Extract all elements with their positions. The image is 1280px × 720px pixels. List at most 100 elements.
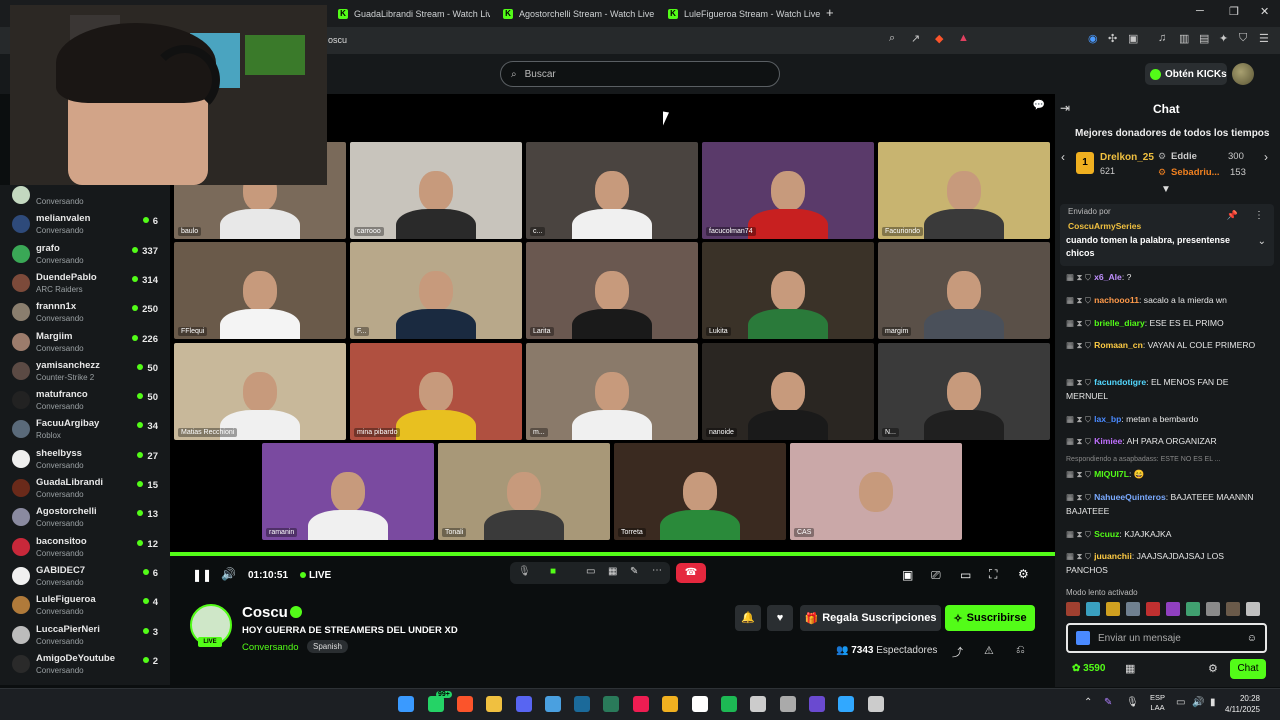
vpn-icon[interactable]: ⛉ [1239, 32, 1247, 45]
audio-icon[interactable]: ◉ [1088, 32, 1098, 45]
participant-tile[interactable]: N... [878, 343, 1050, 440]
participant-tile[interactable]: facucolman74 [702, 142, 874, 239]
participant-tile[interactable]: Torreta [614, 443, 786, 540]
participant-tile[interactable]: c... [526, 142, 698, 239]
fullscreen-icon[interactable]: ⛶ [989, 567, 997, 582]
user-avatar[interactable] [1232, 63, 1254, 85]
obs-icon[interactable] [780, 696, 796, 712]
chat-username[interactable]: nachooo11 [1094, 295, 1139, 305]
chat-bubble-icon[interactable]: 💬 [1033, 100, 1045, 111]
participant-tile[interactable]: nanoide [702, 343, 874, 440]
chat-message[interactable]: ▦ ⧗ ⛉ juuanchii: JAAJSAJDAJSAJ LOS PANCHO… [1066, 549, 1266, 577]
chevron-left-icon[interactable]: ‹ [1061, 150, 1065, 164]
chat-input[interactable]: Enviar un mensaje ☺ [1066, 623, 1267, 653]
report-icon[interactable]: ⚠ [984, 644, 994, 657]
chat-message[interactable]: ▦ ⧗ ⛉ brielle_diary: ESE ES EL PRIMO [1066, 316, 1266, 330]
participant-tile[interactable]: margim [878, 242, 1050, 339]
tab-lulefigueroa[interactable]: KLuleFigueroa Stream - Watch Live on✕ [660, 2, 820, 25]
chat-message[interactable]: ▦ ⧗ ⛉ lax_bp: metan a bembardo [1066, 412, 1266, 426]
tab-guadalibrandi[interactable]: KGuadaLibrandi Stream - Watch Live o✕ [330, 2, 490, 25]
system-clock[interactable]: 20:28 4/11/2025 [1225, 693, 1260, 715]
sidebar-channel-item[interactable]: LuccaPierNeri Conversando 3 [0, 622, 170, 651]
sidebar-channel-item[interactable]: melianvalen Conversando 6 [0, 211, 170, 240]
share-icon[interactable]: ⤴ [952, 644, 963, 660]
emote-icon[interactable] [1166, 602, 1180, 616]
participant-tile[interactable]: Lukita [702, 242, 874, 339]
photos-icon[interactable] [545, 696, 561, 712]
gift-subs-button[interactable]: 🎁 Regala Suscripciones [800, 605, 941, 631]
battery-icon[interactable]: ▮ [1210, 697, 1216, 708]
participant-tile[interactable]: carrooo [350, 142, 522, 239]
menu-icon[interactable]: ☰ [1259, 32, 1269, 45]
clip-icon[interactable]: ⎚ [931, 568, 941, 583]
sidebar-channel-item[interactable]: GuadaLibrandi Conversando 15 [0, 475, 170, 504]
chat-username[interactable]: juuanchii [1094, 551, 1132, 561]
sidebar-channel-item[interactable]: GABIDEC7 Conversando 6 [0, 563, 170, 592]
chat-username[interactable]: MIQUI7L [1094, 469, 1129, 479]
screen-share-icon[interactable]: ▭ [586, 566, 595, 577]
miniplayer-icon[interactable]: ▣ [902, 568, 913, 582]
chat-username[interactable]: x6_Ale [1094, 272, 1122, 282]
sidebar-channel-item[interactable]: frannn1x Conversando 250 [0, 299, 170, 328]
participant-tile[interactable]: Facuriondo [878, 142, 1050, 239]
emote-icon[interactable] [1206, 602, 1220, 616]
participant-tile[interactable]: F... [350, 242, 522, 339]
screenshot-icon[interactable]: ▣ [1128, 32, 1138, 45]
stream-category[interactable]: Conversando [242, 642, 299, 653]
chevron-down-icon[interactable]: ⌄ [1258, 236, 1266, 247]
network-icon[interactable]: ▭ [1176, 697, 1185, 708]
emoji-icon[interactable]: ☺ [1247, 633, 1257, 644]
emote-icon[interactable] [1126, 602, 1140, 616]
sidebar-channel-item[interactable]: yamisanchezz Counter-Strike 2 50 [0, 358, 170, 387]
chat-message[interactable]: ▦ ⧗ ⛉ NahueeQuinteros: BAJATEEE MAANNN BA… [1066, 490, 1266, 518]
volume-icon[interactable]: 🔊 [1192, 697, 1204, 708]
input-language[interactable]: ESP LAA [1150, 693, 1165, 713]
minimize-icon[interactable]: ─ [1196, 5, 1204, 17]
participant-tile[interactable]: Tonali [438, 443, 610, 540]
emote-icon[interactable] [1106, 602, 1120, 616]
tray-chevron-icon[interactable]: ⌃ [1084, 697, 1092, 708]
theater-mode-icon[interactable]: ▭ [960, 568, 971, 582]
kick-points[interactable]: ✿ 3590 [1072, 663, 1105, 674]
chat-message[interactable]: ▦ ⧗ ⛉ Scuuz: KJAJKAJKA [1066, 527, 1266, 541]
tab-agostorchelli[interactable]: KAgostorchelli Stream - Watch Live on✕ [495, 2, 655, 25]
sidebar-toggle-icon[interactable]: ▥ [1179, 32, 1189, 45]
settings-gear-icon[interactable]: ⚙ [1018, 567, 1029, 581]
search-input[interactable]: ⌕ Buscar [500, 61, 780, 87]
spotify-icon[interactable] [721, 696, 737, 712]
chat-message[interactable]: ▦ ⧗ ⛉ Romaan_cn: VAYAN AL COLE PRIMERO [1066, 338, 1266, 352]
maximize-icon[interactable]: ❐ [1229, 5, 1239, 18]
calculator-icon[interactable] [868, 696, 884, 712]
chat-username[interactable]: lax_bp [1094, 414, 1121, 424]
capcut-icon[interactable] [692, 696, 708, 712]
participant-tile[interactable]: CAS [790, 443, 962, 540]
camera-icon[interactable]: ■ [550, 566, 556, 577]
language-tag[interactable]: Spanish [307, 640, 348, 653]
participant-tile[interactable]: FFlequi [174, 242, 346, 339]
chat-username[interactable]: Romaan_cn [1094, 340, 1143, 350]
zoom-icon[interactable]: ⌕ [889, 32, 895, 45]
discord-icon[interactable] [516, 696, 532, 712]
follow-heart-icon[interactable]: ♥ [767, 605, 793, 631]
emote-icon[interactable] [1086, 602, 1100, 616]
chat-message[interactable]: ▦ ⧗ ⛉ facundotigre: EL MENOS FAN DE MERNU… [1066, 375, 1266, 403]
app-icon[interactable] [809, 696, 825, 712]
music-icon[interactable]: ♫ [1158, 32, 1166, 44]
chat-message[interactable]: ▦ ⧗ ⛉ MIQUI7L: 😄 [1066, 467, 1266, 481]
calendar-icon[interactable]: ▦ [1125, 662, 1135, 675]
chat-username[interactable]: facundotigre [1094, 377, 1146, 387]
participant-tile[interactable]: Larita [526, 242, 698, 339]
wallet-icon[interactable]: ▤ [1199, 32, 1209, 45]
participant-tile[interactable]: ramanin [262, 443, 434, 540]
chat-username[interactable]: NahueeQuinteros [1094, 492, 1166, 502]
sidebar-channel-item[interactable]: sheelbyss Conversando 27 [0, 446, 170, 475]
windows-start-icon[interactable] [398, 696, 414, 712]
get-kicks-button[interactable]: Obtén KICKs [1145, 63, 1227, 85]
chat-username[interactable]: Kimiee [1094, 436, 1122, 446]
sidebar-channel-item[interactable]: Conversando [0, 182, 170, 211]
tiktok-alt-icon[interactable] [750, 696, 766, 712]
collapse-chat-icon[interactable]: ⇥ [1060, 101, 1070, 115]
close-window-icon[interactable]: ✕ [1260, 5, 1269, 18]
participant-tile[interactable]: Matias Recchioni [174, 343, 346, 440]
volume-icon[interactable]: 🔊 [221, 567, 236, 581]
